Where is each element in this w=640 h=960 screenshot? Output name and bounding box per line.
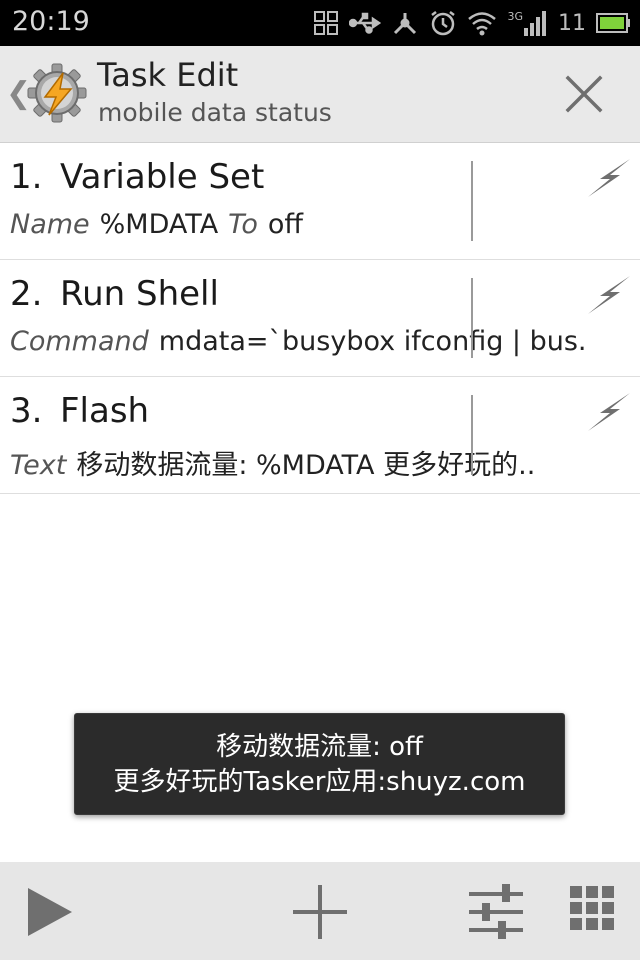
action-title: 1. Variable Set <box>10 157 264 197</box>
action-number: 2. <box>10 274 43 314</box>
param-value: 移动数据流量: %MDATA 更多好玩的.. <box>76 450 536 481</box>
grid-menu-icon[interactable] <box>566 882 626 942</box>
action-title: 2. Run Shell <box>10 274 219 314</box>
signal-icon: 3G <box>507 8 548 38</box>
status-bar: 20:19 3G 11 <box>0 0 640 46</box>
alarm-icon <box>429 8 457 38</box>
action-number: 3. <box>10 391 43 431</box>
action-params: Command mdata=`busybox ifconfig | bus.. <box>10 326 585 357</box>
play-icon[interactable] <box>22 882 82 942</box>
lightning-bolt-icon[interactable] <box>586 274 632 316</box>
action-name: Variable Set <box>60 157 265 197</box>
tasker-app-icon[interactable] <box>26 62 88 124</box>
param-value: off <box>267 209 303 240</box>
lightning-bolt-icon[interactable] <box>586 157 632 199</box>
action-row[interactable]: 1. Variable Set Name %MDATA To off <box>0 143 640 260</box>
usb-icon <box>349 8 382 38</box>
param-value: mdata=`busybox ifconfig | bus.. <box>158 326 585 357</box>
param-value: %MDATA <box>99 209 219 240</box>
action-row[interactable]: 3. Flash Text 移动数据流量: %MDATA 更多好玩的.. <box>0 377 640 494</box>
toast-line-1: 移动数据流量: off <box>216 732 423 762</box>
page-title: Task Edit <box>97 56 239 94</box>
add-action-icon[interactable] <box>290 882 350 942</box>
row-divider <box>471 395 473 475</box>
action-params: Text 移动数据流量: %MDATA 更多好玩的.. <box>10 443 585 482</box>
param-key: Command <box>10 326 149 357</box>
action-bar: ❮ Task Edit mobile data status <box>0 46 640 144</box>
flash-toast: 移动数据流量: off 更多好玩的Tasker应用:shuyz.com <box>74 713 565 815</box>
param-key: Name <box>10 209 90 240</box>
bottom-toolbar <box>0 862 640 960</box>
close-icon[interactable] <box>560 70 608 118</box>
action-name: Flash <box>60 391 150 431</box>
sliders-icon[interactable] <box>466 882 526 942</box>
grid-icon <box>313 8 339 38</box>
status-time: 20:19 <box>12 6 90 37</box>
wifi-icon <box>467 8 497 38</box>
action-row[interactable]: 2. Run Shell Command mdata=`busybox ifconf… <box>0 260 640 377</box>
action-number: 1. <box>10 157 43 197</box>
network-type-label: 3G <box>507 10 523 23</box>
lightning-bolt-icon[interactable] <box>586 391 632 433</box>
usb-debug-icon <box>391 8 419 38</box>
action-name: Run Shell <box>60 274 219 314</box>
row-divider <box>471 161 473 241</box>
row-divider <box>471 278 473 358</box>
param-key: Text <box>10 450 67 481</box>
status-icons: 3G 11 <box>313 8 632 38</box>
signal-extra-text: 11 <box>558 10 586 36</box>
param-key: To <box>228 209 258 240</box>
battery-icon <box>596 8 632 38</box>
action-params: Name %MDATA To off <box>10 209 585 240</box>
action-title: 3. Flash <box>10 391 149 431</box>
toast-line-2: 更多好玩的Tasker应用:shuyz.com <box>113 767 526 797</box>
action-list: 1. Variable Set Name %MDATA To off 2. Run She… <box>0 143 640 494</box>
task-name-subtitle: mobile data status <box>98 98 332 127</box>
